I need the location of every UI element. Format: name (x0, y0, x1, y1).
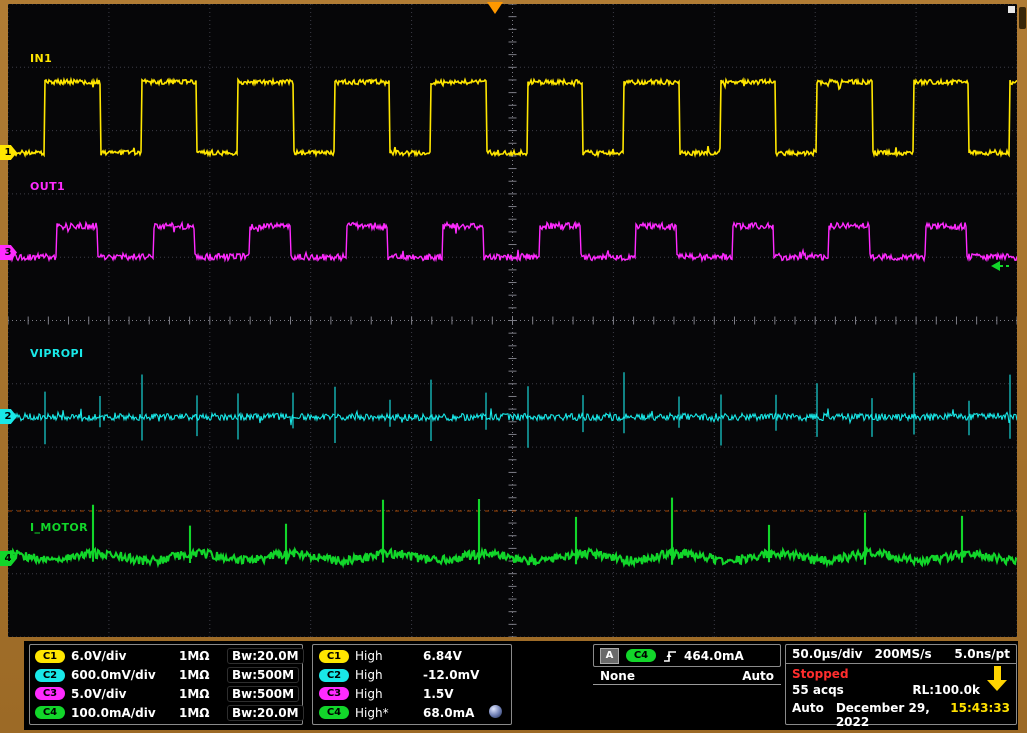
scroll-down-arrow-icon[interactable] (987, 666, 1007, 691)
channel-3-badge[interactable]: C3 (319, 687, 349, 700)
channel-2-badge[interactable]: C2 (35, 669, 65, 682)
channel-4-bandwidth: Bw:20.0M (227, 705, 304, 721)
channel-label-imotor: I_MOTOR (30, 521, 88, 534)
waveform-display: IN1 OUT1 VIPROPI I_MOTOR 1 3 2 4 (8, 4, 1017, 637)
measurement-row[interactable]: C2 High -12.0mV (313, 668, 511, 682)
measurement-row[interactable]: C4 High* 68.0mA (313, 706, 511, 720)
measurement-value: 6.84V (423, 649, 505, 663)
trigger-holdoff: None (600, 669, 635, 683)
measurement-value: -12.0mV (423, 668, 505, 682)
channel-settings-row[interactable]: C2 600.0mV/div 1MΩ Bw:500M (30, 667, 302, 683)
channel-4-scale: 100.0mA/div (71, 706, 177, 720)
measurement-name: High (355, 668, 421, 682)
channel-settings-panel[interactable]: C1 6.0V/div 1MΩ Bw:20.0M C2 600.0mV/div … (29, 644, 303, 725)
sample-resolution: 5.0ns/pt (954, 647, 1010, 661)
waveform-canvas (8, 4, 1017, 637)
sample-rate: 200MS/s (875, 647, 932, 661)
date-label: December 29, 2022 (836, 701, 938, 729)
channel-1-badge[interactable]: C1 (319, 650, 349, 663)
trigger-level-icon[interactable] (991, 260, 1013, 272)
channel-2-scale: 600.0mV/div (71, 668, 177, 682)
measurement-name: High (355, 687, 421, 701)
acquisition-mode: Auto (792, 701, 824, 729)
rising-edge-icon (663, 649, 677, 663)
timebase-row: 50.0µs/div 200MS/s 5.0ns/pt (786, 645, 1016, 664)
frame-notch (1019, 7, 1026, 29)
acquisition-count: 55 acqs (792, 683, 844, 697)
display-corner-button[interactable] (1008, 6, 1015, 13)
channel-settings-row[interactable]: C3 5.0V/div 1MΩ Bw:500M (30, 686, 302, 702)
channel-settings-row[interactable]: C1 6.0V/div 1MΩ Bw:20.0M (30, 648, 302, 664)
channel-2-impedance: 1MΩ (179, 668, 225, 682)
channel-4-impedance: 1MΩ (179, 706, 225, 720)
oscilloscope-screen: IN1 OUT1 VIPROPI I_MOTOR 1 3 2 4 C1 6.0V… (0, 0, 1027, 733)
channel-1-scale: 6.0V/div (71, 649, 177, 663)
channel-3-badge[interactable]: C3 (35, 687, 65, 700)
status-sphere-icon (489, 705, 502, 718)
horizontal-panel[interactable]: 50.0µs/div 200MS/s 5.0ns/pt Stopped 55 a… (785, 644, 1017, 725)
channel-3-scale: 5.0V/div (71, 687, 177, 701)
channel-2-bandwidth: Bw:500M (227, 667, 299, 683)
measurements-panel[interactable]: C1 High 6.84V C2 High -12.0mV C3 High 1.… (312, 644, 512, 725)
trigger-mode: Auto (742, 669, 774, 683)
channel-4-badge[interactable]: C4 (319, 706, 349, 719)
channel-label-out1: OUT1 (30, 180, 65, 193)
channel-settings-row[interactable]: C4 100.0mA/div 1MΩ Bw:20.0M (30, 705, 302, 721)
acquisition-status: Stopped (786, 664, 1016, 681)
channel-label-in1: IN1 (30, 52, 52, 65)
status-bar: C1 6.0V/div 1MΩ Bw:20.0M C2 600.0mV/div … (24, 641, 1018, 730)
channel-2-badge[interactable]: C2 (319, 669, 349, 682)
time-label: 15:43:33 (950, 701, 1010, 729)
acquisition-counts-row: 55 acqs RL:100.0k (786, 681, 1016, 697)
trigger-panel[interactable]: A C4 464.0mA (593, 644, 781, 667)
channel-4-badge[interactable]: C4 (35, 706, 65, 719)
channel-1-badge[interactable]: C1 (35, 650, 65, 663)
trigger-bus-badge: A (600, 648, 619, 664)
trigger-position-icon[interactable] (487, 2, 503, 14)
trigger-mode-row[interactable]: None Auto (593, 667, 781, 685)
channel-1-bandwidth: Bw:20.0M (227, 648, 304, 664)
measurement-row[interactable]: C3 High 1.5V (313, 687, 511, 701)
measurement-name: High (355, 649, 421, 663)
timebase-scale: 50.0µs/div (792, 647, 863, 661)
measurement-row[interactable]: C1 High 6.84V (313, 649, 511, 663)
trigger-level-value: 464.0mA (684, 649, 744, 663)
channel-3-bandwidth: Bw:500M (227, 686, 299, 702)
channel-1-impedance: 1MΩ (179, 649, 225, 663)
channel-3-impedance: 1MΩ (179, 687, 225, 701)
channel-label-vipropi: VIPROPI (30, 347, 83, 360)
measurement-name: High* (355, 706, 421, 720)
record-length: RL:100.0k (912, 683, 980, 697)
datetime-row: Auto December 29, 2022 15:43:33 (786, 697, 1016, 729)
trigger-source-badge[interactable]: C4 (626, 649, 656, 662)
measurement-value: 1.5V (423, 687, 505, 701)
